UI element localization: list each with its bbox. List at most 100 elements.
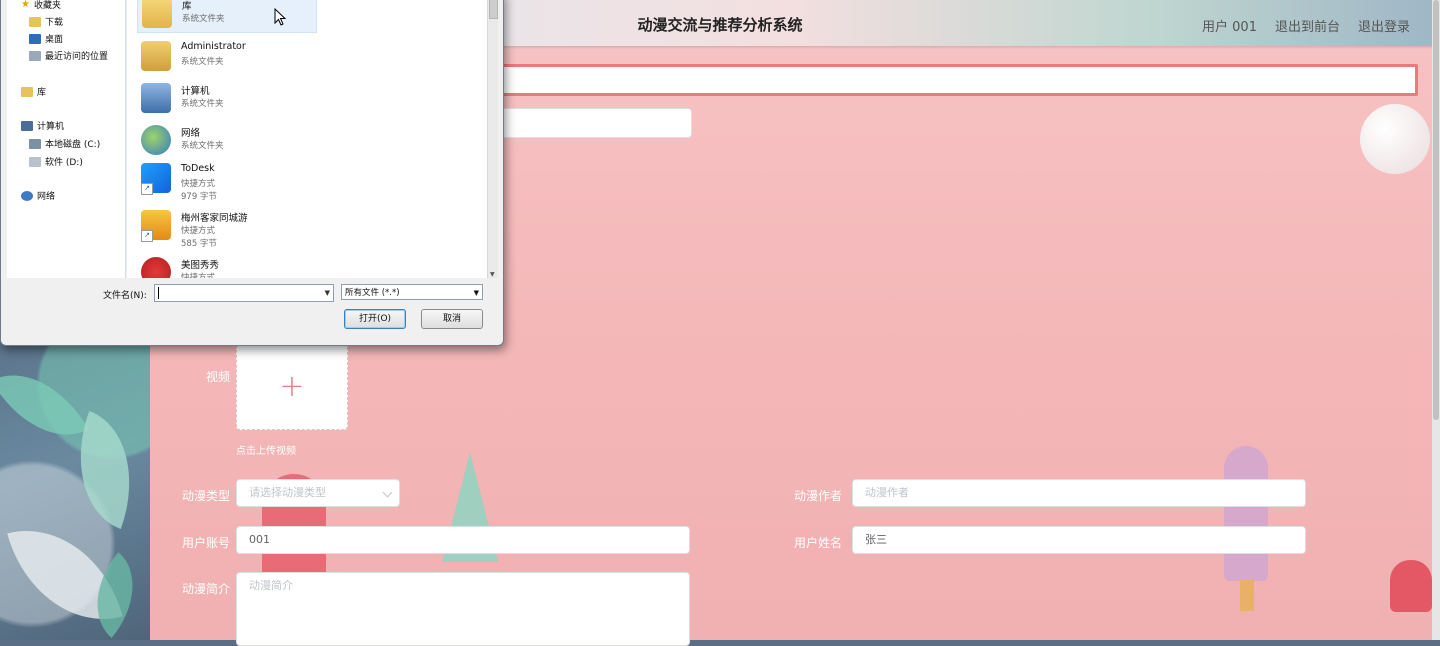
file-item-size: 979 字节 xyxy=(181,192,217,202)
topbar-links: 用户 001 退出到前台 退出登录 xyxy=(1202,16,1410,35)
type-select-placeholder: 请选择动漫类型 xyxy=(249,486,326,499)
page-scrollbar[interactable] xyxy=(1432,0,1440,640)
network-globe-icon xyxy=(141,125,171,155)
decor-popsicle-purple xyxy=(1224,446,1268,581)
nav-item-downloads[interactable]: 下载 xyxy=(29,15,63,28)
type-select[interactable]: 请选择动漫类型 xyxy=(236,479,400,507)
open-button[interactable]: 打开(O) xyxy=(344,309,406,329)
scroll-down-icon[interactable]: ▼ xyxy=(490,271,495,278)
mouse-cursor-icon xyxy=(274,8,287,26)
file-item-libraries[interactable]: 库 系统文件夹 xyxy=(137,0,317,33)
decor-red-blob xyxy=(1390,560,1432,612)
file-item-size: 585 字节 xyxy=(181,239,217,249)
chevron-down-icon: ▼ xyxy=(473,289,479,297)
nav-item-network[interactable]: 网络 xyxy=(21,189,55,202)
nav-item-label: 最近访问的位置 xyxy=(45,52,109,62)
account-label: 用户账号 xyxy=(181,536,230,550)
nav-item-desktop[interactable]: 桌面 xyxy=(29,32,63,45)
file-open-dialog: ★ 收藏夹 下载 桌面 最近访问的位置 库 计算机 本地磁盘 (C:) 软件 (… xyxy=(0,0,504,346)
filetype-select-value: 所有文件 (*.*) xyxy=(345,288,400,298)
name-input-value: 张三 xyxy=(865,533,887,546)
file-item-type: 系统文件夹 xyxy=(181,141,224,151)
file-item-name: 计算机 xyxy=(181,86,210,97)
nav-item-label: 网络 xyxy=(37,192,56,202)
decor-ball xyxy=(1360,104,1430,174)
dialog-file-list: 库 系统文件夹 Administrator 系统文件夹 计算机 系统文件夹 网络… xyxy=(127,0,487,278)
video-upload-tip: 点击上传视频 xyxy=(236,446,296,457)
filename-label: 文件名(N): xyxy=(103,291,147,301)
file-item-name: ToDesk xyxy=(181,163,215,174)
nav-item-drive-c[interactable]: 本地磁盘 (C:) xyxy=(29,137,100,150)
page-scrollbar-thumb[interactable] xyxy=(1433,0,1439,420)
nav-item-label: 库 xyxy=(37,88,47,98)
file-item-name: 网络 xyxy=(181,128,201,139)
filename-input[interactable]: ▼ xyxy=(154,284,334,302)
type-label: 动漫类型 xyxy=(181,489,230,503)
form-top-field[interactable] xyxy=(500,64,1418,96)
nav-item-drive-d[interactable]: 软件 (D:) xyxy=(29,155,83,168)
computer-icon xyxy=(21,120,33,131)
nav-item-computer[interactable]: 计算机 xyxy=(21,119,64,132)
file-item-meitu[interactable]: 美图秀秀 快捷方式 xyxy=(137,253,317,278)
meitu-icon xyxy=(141,257,171,278)
file-item-type: 系统文件夹 xyxy=(182,14,225,24)
user-link[interactable]: 用户 001 xyxy=(1202,16,1257,35)
chevron-down-icon[interactable]: ▼ xyxy=(325,289,330,297)
plus-icon: + xyxy=(279,369,305,404)
file-item-type: 快捷方式 xyxy=(181,273,216,278)
file-item-name: 梅州客家同城游 xyxy=(181,213,248,224)
nav-item-label: 计算机 xyxy=(37,122,65,132)
star-icon: ★ xyxy=(21,0,30,10)
author-input-placeholder: 动漫作者 xyxy=(865,486,909,499)
intro-textarea[interactable]: 动漫简介 xyxy=(236,572,690,646)
folder-icon xyxy=(142,0,172,28)
file-item-administrator[interactable]: Administrator 系统文件夹 xyxy=(137,37,317,77)
file-item-type: 快捷方式 xyxy=(181,179,216,189)
file-item-name: 库 xyxy=(182,1,192,12)
shortcut-arrow-icon: ↗ xyxy=(141,230,153,242)
video-label: 视频 xyxy=(205,370,230,384)
dialog-nav-pane: ★ 收藏夹 下载 桌面 最近访问的位置 库 计算机 本地磁盘 (C:) 软件 (… xyxy=(7,0,126,278)
drive-icon xyxy=(29,156,41,167)
file-item-type: 系统文件夹 xyxy=(181,99,224,109)
file-item-todesk[interactable]: ↗ ToDesk 快捷方式 979 字节 xyxy=(137,159,317,202)
back-to-frontend-link[interactable]: 退出到前台 xyxy=(1275,16,1340,35)
computer-icon xyxy=(141,83,171,113)
nav-item-label: 下载 xyxy=(45,18,64,28)
shortcut-arrow-icon: ↗ xyxy=(141,183,153,195)
dialog-bottom-bar: 文件名(N): ▼ 所有文件 (*.*) ▼ 打开(O) 取消 xyxy=(7,278,497,338)
nav-item-recent[interactable]: 最近访问的位置 xyxy=(29,49,108,62)
cancel-button[interactable]: 取消 xyxy=(421,309,483,329)
file-list-scrollbar[interactable]: ▲ ▼ xyxy=(487,0,498,278)
recent-places-icon xyxy=(29,50,41,61)
nav-item-label: 桌面 xyxy=(45,35,64,45)
nav-item-libraries[interactable]: 库 xyxy=(21,85,46,98)
author-input[interactable]: 动漫作者 xyxy=(852,479,1306,507)
file-item-network[interactable]: 网络 系统文件夹 xyxy=(137,121,317,161)
video-upload-box[interactable]: + xyxy=(236,344,348,430)
user-folder-icon xyxy=(141,41,171,71)
name-input[interactable]: 张三 xyxy=(852,526,1306,554)
form-field-input[interactable] xyxy=(500,108,692,138)
desktop-icon xyxy=(29,33,41,44)
text-caret xyxy=(158,287,159,299)
file-list-scrollbar-thumb[interactable] xyxy=(489,0,498,19)
filetype-select[interactable]: 所有文件 (*.*) ▼ xyxy=(341,284,483,300)
drive-icon xyxy=(29,138,41,149)
file-item-meizhou[interactable]: ↗ 梅州客家同城游 快捷方式 585 字节 xyxy=(137,206,317,249)
chevron-down-icon xyxy=(382,487,393,498)
file-item-type: 快捷方式 xyxy=(181,226,216,236)
library-icon xyxy=(21,86,33,97)
downloads-folder-icon xyxy=(29,16,41,27)
account-input[interactable]: 001 xyxy=(236,526,690,554)
file-item-type: 系统文件夹 xyxy=(181,57,224,67)
name-label: 用户姓名 xyxy=(793,536,842,550)
author-label: 动漫作者 xyxy=(793,489,842,503)
nav-item-label: 收藏夹 xyxy=(33,1,61,11)
nav-item-label: 本地磁盘 (C:) xyxy=(45,140,101,150)
file-item-computer[interactable]: 计算机 系统文件夹 xyxy=(137,79,317,119)
nav-item-favorites[interactable]: ★ 收藏夹 xyxy=(21,0,61,11)
intro-textarea-placeholder: 动漫简介 xyxy=(249,579,293,592)
nav-item-label: 软件 (D:) xyxy=(45,158,83,168)
logout-link[interactable]: 退出登录 xyxy=(1358,16,1410,35)
